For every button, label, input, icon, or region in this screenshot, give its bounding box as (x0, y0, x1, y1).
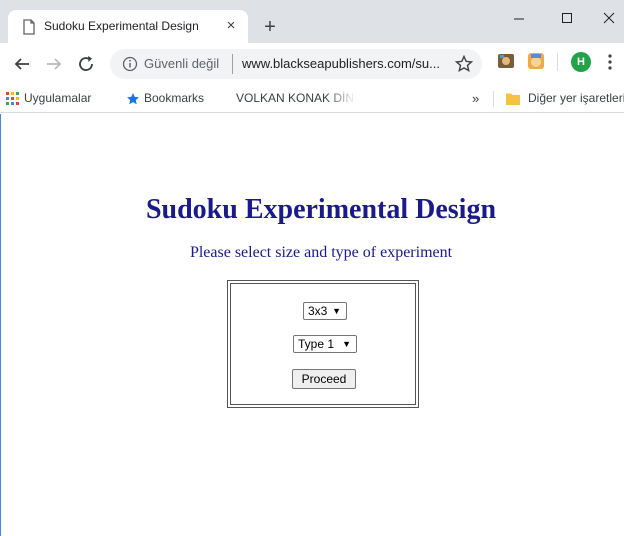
maximize-icon (562, 13, 572, 23)
browser-titlebar: Sudoku Experimental Design × + (0, 0, 624, 43)
url-separator (232, 54, 233, 74)
experiment-form-inner: 3x3 ▼ Type 1 ▼ Proceed (230, 283, 416, 405)
close-icon (603, 12, 615, 24)
bookmark-star-icon (127, 93, 139, 105)
address-bar[interactable]: Güvenli değil www.blackseapublishers.com… (110, 49, 482, 79)
dropdown-arrow-icon: ▼ (342, 339, 351, 349)
page-icon (23, 19, 35, 35)
page-content: Sudoku Experimental Design Please select… (0, 114, 624, 536)
tab-title: Sudoku Experimental Design (44, 19, 199, 33)
size-select[interactable]: 3x3 ▼ (303, 302, 347, 320)
toolbar-separator (557, 53, 558, 71)
bookmark-fade (326, 85, 356, 112)
proceed-button[interactable]: Proceed (292, 369, 356, 389)
apps-grid-icon[interactable] (6, 92, 19, 105)
page-title: Sudoku Experimental Design (145, 194, 497, 225)
experiment-form: 3x3 ▼ Type 1 ▼ Proceed (227, 280, 419, 408)
type-select[interactable]: Type 1 ▼ (293, 335, 357, 353)
profile-avatar[interactable]: H (571, 52, 591, 72)
folder-icon (506, 93, 520, 105)
back-arrow-icon[interactable] (10, 52, 34, 76)
security-label[interactable]: Güvenli değil (144, 56, 219, 71)
menu-dots-icon[interactable] (604, 52, 616, 72)
bookmark-other-bookmarks[interactable]: Diğer yer işaretleri (528, 85, 624, 112)
bookmarks-separator (493, 91, 494, 107)
size-select-value: 3x3 (308, 304, 328, 318)
dropdown-arrow-icon: ▼ (332, 306, 341, 316)
bookmark-bookmarks[interactable]: Bookmarks (144, 85, 204, 112)
star-icon[interactable] (454, 54, 474, 74)
extension-icon-1[interactable] (497, 52, 515, 70)
forward-arrow-icon[interactable] (42, 52, 66, 76)
bookmarks-bar: Uygulamalar Bookmarks VOLKAN KONAK DİN »… (0, 85, 624, 113)
info-icon[interactable] (122, 56, 138, 72)
page-subtitle: Please select size and type of experimen… (189, 244, 453, 261)
tab-close-icon[interactable]: × (221, 16, 241, 36)
bookmarks-overflow-chevron-icon[interactable]: » (472, 85, 479, 112)
extension-icon-2[interactable] (527, 52, 545, 70)
url-text[interactable]: www.blackseapublishers.com/su... (242, 56, 440, 71)
close-window-button[interactable] (588, 0, 624, 36)
minimize-icon (514, 18, 524, 20)
bookmark-apps[interactable]: Uygulamalar (24, 85, 91, 112)
browser-tab[interactable]: Sudoku Experimental Design × (8, 10, 248, 43)
maximize-button[interactable] (546, 0, 588, 36)
minimize-button[interactable] (498, 0, 540, 36)
new-tab-icon[interactable]: + (258, 16, 282, 40)
reload-icon[interactable] (74, 52, 98, 76)
type-select-value: Type 1 (298, 337, 335, 351)
